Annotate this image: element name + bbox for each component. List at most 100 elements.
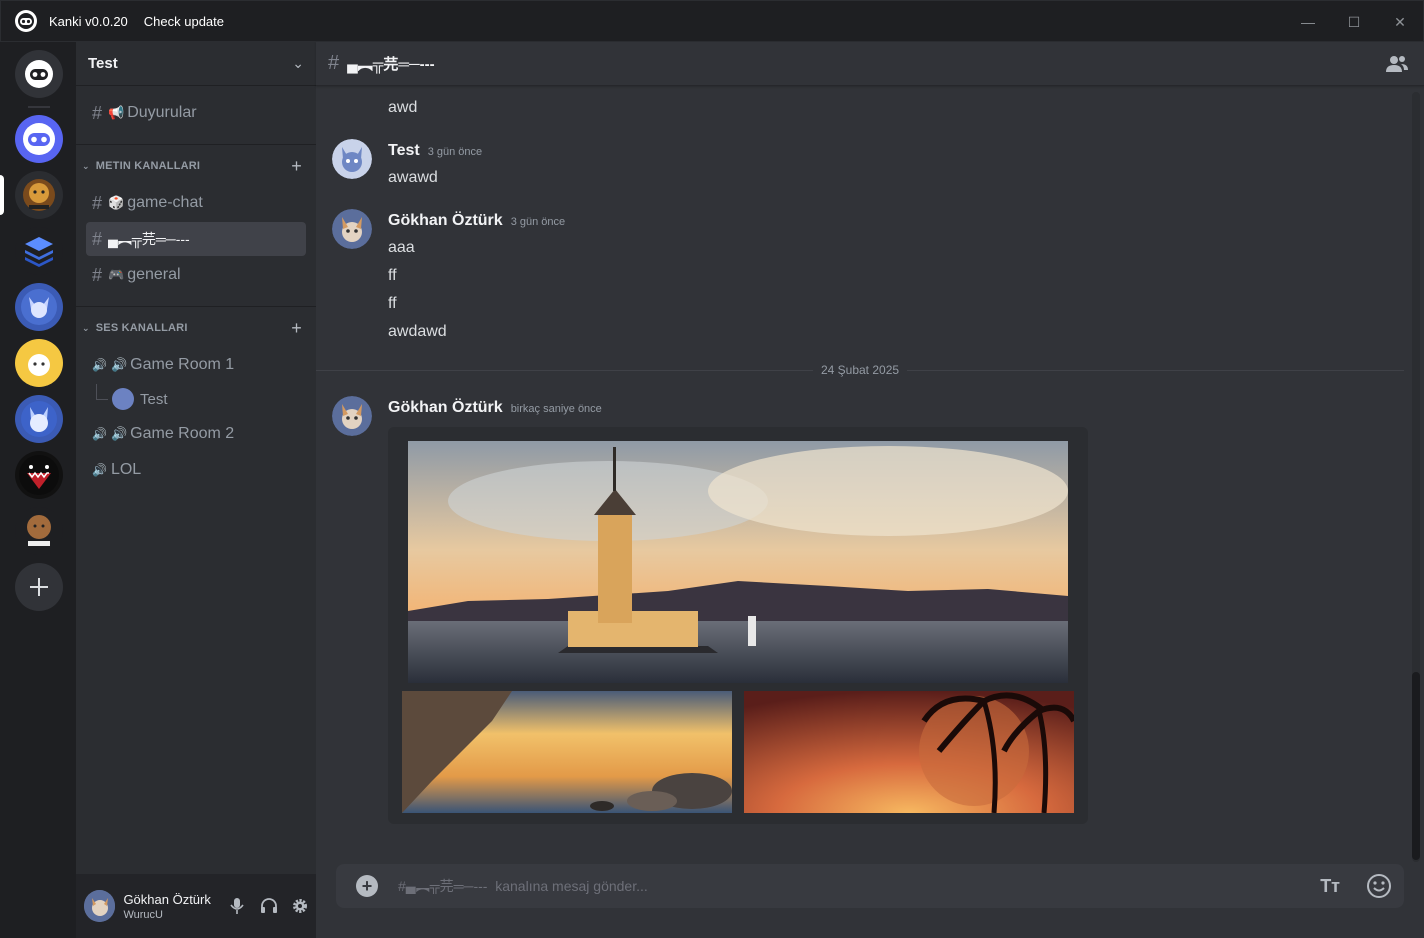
tree-connector xyxy=(96,384,108,400)
message-text: aaa xyxy=(388,239,415,256)
voice-channel-game-room-1[interactable]: 🔊 🔊 Game Room 1 xyxy=(86,348,306,382)
avatar[interactable] xyxy=(332,209,372,249)
channel-title: ▄︻╦芫═─--- xyxy=(347,56,435,73)
text-format-icon[interactable]: Tт xyxy=(1320,876,1340,897)
channel-general[interactable]: # 🎮 general xyxy=(86,258,306,292)
voice-user-name: Test xyxy=(140,390,168,408)
speaker-emoji-icon: 🔊 xyxy=(110,357,128,372)
speaker-icon: 🔊 xyxy=(92,358,107,372)
hash-icon: # xyxy=(92,228,103,249)
title-bar: Kanki v0.0.20 Check update — ☐ ✕ xyxy=(0,0,1424,42)
chevron-down-icon: ⌄ xyxy=(82,322,90,333)
members-icon[interactable] xyxy=(1386,54,1408,74)
server-voice[interactable] xyxy=(15,507,63,555)
close-button[interactable]: ✕ xyxy=(1377,1,1423,43)
chat-header: # ▄︻╦芫═─--- xyxy=(316,42,1424,86)
channel-label: Duyurular xyxy=(127,104,197,121)
channel-label: Game Room 2 xyxy=(130,425,235,442)
app-logo-icon xyxy=(15,10,37,32)
chat-scrollbar[interactable] xyxy=(1412,92,1420,862)
channel-label: game-chat xyxy=(127,194,203,211)
lion-emblem-icon xyxy=(23,179,55,211)
chevron-down-icon: ⌄ xyxy=(292,55,304,71)
channel-duyurular[interactable]: # 📢 Duyurular xyxy=(86,96,306,130)
category-label: METIN KANALLARI xyxy=(95,160,201,172)
gallery-image-lake[interactable] xyxy=(402,691,732,813)
guild-name: Test xyxy=(88,55,118,72)
server-shark[interactable] xyxy=(15,451,63,499)
message-author[interactable]: Gökhan Öztürk xyxy=(388,212,503,229)
layers-icon xyxy=(25,237,53,267)
wolf-avatar-icon xyxy=(21,401,57,437)
shark-icon xyxy=(19,455,59,495)
message-input[interactable] xyxy=(398,878,1321,894)
gallery-image-space[interactable] xyxy=(744,691,1074,813)
chat-main: # ▄︻╦芫═─--- awd Test 3 gün önce awawd Gök… xyxy=(316,42,1424,938)
gallery-image-tower[interactable] xyxy=(408,441,1068,683)
server-warlock[interactable] xyxy=(15,171,63,219)
guild-header[interactable]: Test ⌄ xyxy=(76,42,316,86)
plus-icon xyxy=(30,578,48,596)
server-blue-fox[interactable] xyxy=(15,283,63,331)
channel-game-chat[interactable]: # 🎲 game-chat xyxy=(86,186,306,220)
server-stack[interactable] xyxy=(15,227,63,275)
channel-active[interactable]: # ▄︻╦芫═─--- xyxy=(86,222,306,256)
category-text-channels[interactable]: ⌄ METIN KANALLARI + xyxy=(82,156,310,176)
gamepad-icon: 🎮 xyxy=(108,267,125,282)
voice-logo-icon xyxy=(27,515,51,546)
avatar[interactable] xyxy=(332,396,372,436)
channel-label: ▄︻╦芫═─--- xyxy=(108,231,190,247)
microphone-icon[interactable] xyxy=(222,890,253,922)
home-button[interactable] xyxy=(15,50,63,98)
kanki-server-icon xyxy=(23,123,55,155)
avatar[interactable] xyxy=(332,139,372,179)
message-text: ff xyxy=(388,295,397,312)
server-cartoon[interactable] xyxy=(15,339,63,387)
channel-label: LOL xyxy=(110,461,142,478)
add-channel-icon[interactable]: + xyxy=(291,156,302,177)
server-rail xyxy=(0,42,76,938)
voice-channel-lol[interactable]: 🔊 LOL xyxy=(86,453,306,487)
server-kanki[interactable] xyxy=(15,115,63,163)
message-author[interactable]: Test xyxy=(388,142,420,159)
server-wolf[interactable] xyxy=(15,395,63,443)
scroll-thumb[interactable] xyxy=(1412,672,1420,860)
hash-icon: # xyxy=(328,52,340,74)
avatar[interactable] xyxy=(84,890,116,922)
message-text: awd xyxy=(388,99,418,116)
divider xyxy=(76,306,316,307)
message-timestamp: 3 gün önce xyxy=(427,146,483,158)
hash-icon: # xyxy=(92,102,103,123)
category-voice-channels[interactable]: ⌄ SES KANALLARI + xyxy=(82,318,310,338)
voice-channel-game-room-2[interactable]: 🔊 🔊 Game Room 2 xyxy=(86,417,306,451)
channel-label: general xyxy=(127,266,181,283)
channel-sidebar: Test ⌄ # 📢 Duyurular ⌄ METIN KANALLARI +… xyxy=(76,42,316,938)
message-author[interactable]: Gökhan Öztürk xyxy=(388,399,503,416)
add-attachment-icon[interactable]: + xyxy=(356,875,378,897)
message-composer: + Tт xyxy=(336,864,1404,908)
active-server-indicator xyxy=(0,175,4,215)
category-label: SES KANALLARI xyxy=(95,322,188,334)
divider xyxy=(76,144,316,145)
message-timestamp: 3 gün önce xyxy=(510,216,566,228)
headphones-icon[interactable] xyxy=(253,890,284,922)
minimize-button[interactable]: — xyxy=(1285,1,1331,43)
avatar xyxy=(112,388,134,410)
gear-icon[interactable] xyxy=(285,890,316,922)
dice-icon: 🎲 xyxy=(108,195,125,210)
kanki-logo-icon xyxy=(25,60,53,88)
chevron-down-icon: ⌄ xyxy=(82,160,90,171)
add-channel-icon[interactable]: + xyxy=(291,318,302,339)
voice-user-test[interactable]: Test xyxy=(112,386,168,412)
fox-avatar-icon xyxy=(21,289,57,325)
megaphone-icon: 📢 xyxy=(108,105,125,120)
image-gallery xyxy=(388,427,1088,824)
speaker-emoji-icon: 🔊 xyxy=(110,426,128,441)
emoji-icon[interactable] xyxy=(1366,873,1392,899)
check-update-link[interactable]: Check update xyxy=(144,14,224,29)
user-tag: WurucU xyxy=(123,908,163,921)
user-display-name: Gökhan Öztürk xyxy=(123,891,211,907)
maximize-button[interactable]: ☐ xyxy=(1331,1,1377,43)
rail-separator xyxy=(28,106,50,108)
add-server-button[interactable] xyxy=(15,563,63,611)
